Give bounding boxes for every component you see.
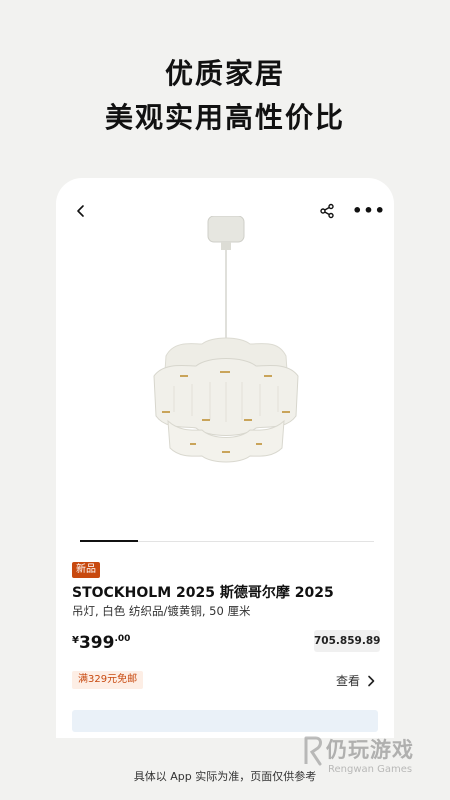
- shipping-tag: 满329元免邮: [72, 671, 144, 689]
- price-decimal: .00: [114, 634, 131, 644]
- gallery-indicator[interactable]: [80, 540, 374, 542]
- info-banner: [72, 710, 378, 732]
- gallery-indicator-active: [80, 540, 138, 542]
- watermark-logo-icon: [304, 736, 322, 766]
- product-description: 吊灯, 白色 纺织品/镀黄铜, 50 厘米: [72, 604, 251, 618]
- more-options-button[interactable]: •••: [352, 196, 385, 226]
- new-badge: 新品: [72, 562, 100, 578]
- headline-line-1: 优质家居: [164, 57, 285, 90]
- product-price: ¥399.00: [72, 633, 130, 653]
- price-currency: ¥: [72, 635, 79, 646]
- article-number: 705.859.89: [314, 630, 380, 652]
- headline-line-2: 美观实用高性价比: [104, 101, 345, 134]
- watermark: 仍玩游戏 Rengwan Games: [304, 734, 430, 782]
- view-button[interactable]: 查看: [336, 672, 376, 689]
- product-title: STOCKHOLM 2025 斯德哥尔摩 2025: [72, 585, 334, 601]
- chevron-left-icon: [77, 205, 84, 217]
- view-label: 查看: [336, 674, 361, 688]
- share-icon: [320, 203, 334, 219]
- promo-headline: 优质家居 美观实用高性价比: [0, 52, 450, 140]
- chevron-right-icon: [368, 675, 375, 686]
- share-button[interactable]: [312, 196, 342, 226]
- product-image[interactable]: [146, 216, 306, 476]
- back-button[interactable]: [66, 196, 96, 226]
- watermark-sub: Rengwan Games: [328, 764, 413, 775]
- price-integer: 399: [78, 633, 115, 653]
- watermark-name: 仍玩游戏: [326, 738, 414, 762]
- phone-screen: ••• 新品 STOCKHOLM 2025 斯德哥尔摩 2025 吊灯, 白色 …: [56, 178, 394, 738]
